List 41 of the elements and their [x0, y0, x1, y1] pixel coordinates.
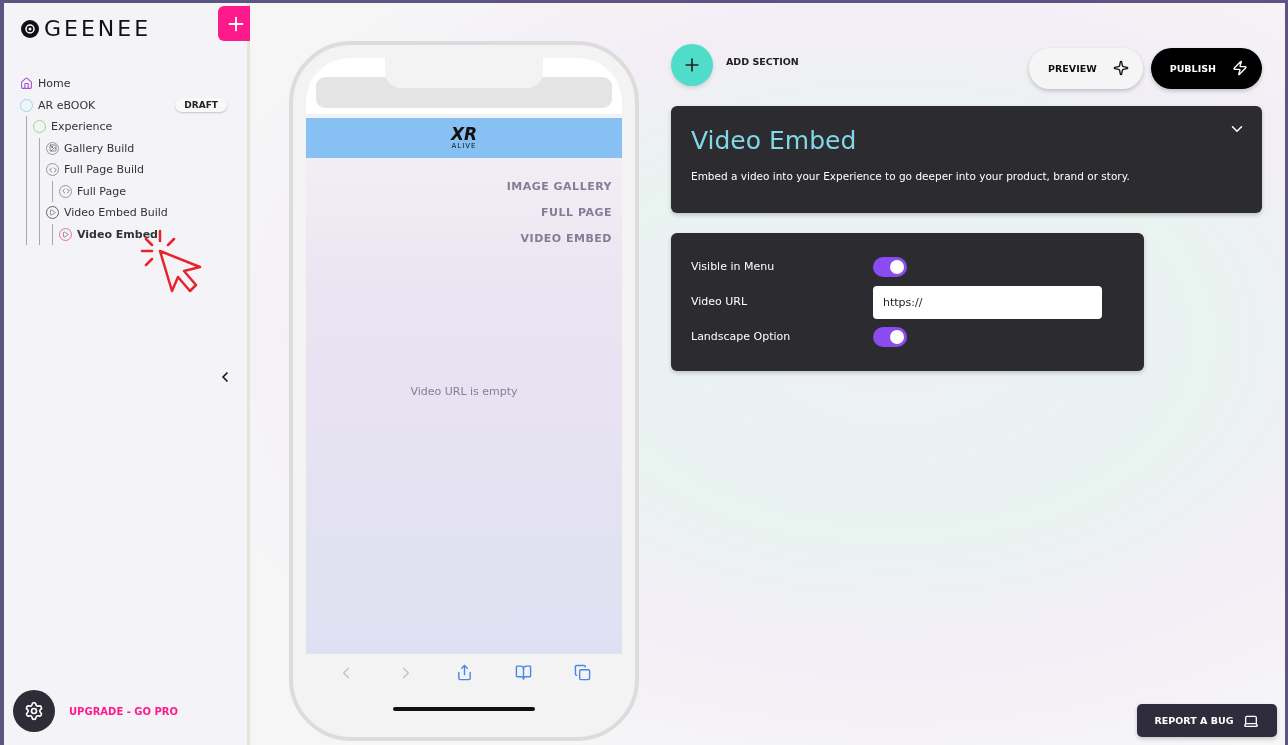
setting-label: Landscape Option: [691, 329, 792, 345]
circle-icon: [33, 120, 46, 134]
section-description: Embed a video into your Experience to go deeper into your product, brand or story.: [691, 170, 1131, 182]
circle-icon: [20, 98, 33, 112]
publish-button[interactable]: PUBLISH: [1150, 47, 1262, 89]
home-icon: [20, 77, 33, 91]
tree-item[interactable]: Full Page: [77, 184, 126, 198]
lightning-icon: [1232, 60, 1248, 76]
code-icon: [46, 163, 59, 177]
draft-badge: DRAFT: [175, 98, 227, 113]
preview-button[interactable]: PREVIEW: [1029, 47, 1143, 89]
tabs-icon[interactable]: [574, 664, 592, 681]
play-icon: [59, 227, 72, 241]
settings-icon: [24, 701, 44, 721]
setting-label: Visible in Menu: [691, 259, 776, 275]
code-icon: [59, 184, 72, 198]
tree-item[interactable]: Home: [38, 77, 71, 91]
brand-name: GEENEE: [44, 16, 152, 41]
share-icon[interactable]: [456, 664, 474, 681]
tree-item[interactable]: Full Page Build: [64, 163, 145, 177]
tree-item[interactable]: Video Embed: [77, 227, 158, 241]
setting-label: Video URL: [691, 294, 749, 310]
logo-text: XR: [450, 126, 478, 142]
toggle-switch[interactable]: [873, 327, 907, 347]
bookmarks-icon[interactable]: [515, 664, 533, 681]
section-title: Video Embed: [691, 126, 857, 155]
toggle-switch[interactable]: [873, 257, 907, 277]
url-input-field[interactable]: https://: [873, 285, 1102, 319]
add-section-button[interactable]: [671, 44, 713, 86]
logo-icon: [20, 18, 40, 39]
empty-message: Video URL is empty: [410, 385, 518, 398]
image-icon: [46, 141, 59, 155]
tree-item[interactable]: AR eBOOK: [38, 98, 96, 112]
report-bug-button[interactable]: REPORT A BUG: [1137, 704, 1277, 737]
sparkle-icon: [1112, 60, 1129, 76]
tree-item[interactable]: Video Embed Build: [64, 206, 168, 220]
settings-button[interactable]: [13, 690, 55, 732]
add-section-label[interactable]: ADD SECTION: [726, 55, 799, 67]
play-icon: [46, 206, 59, 220]
tree-item[interactable]: Experience: [51, 120, 113, 134]
tree-item[interactable]: Gallery Build: [64, 141, 135, 155]
